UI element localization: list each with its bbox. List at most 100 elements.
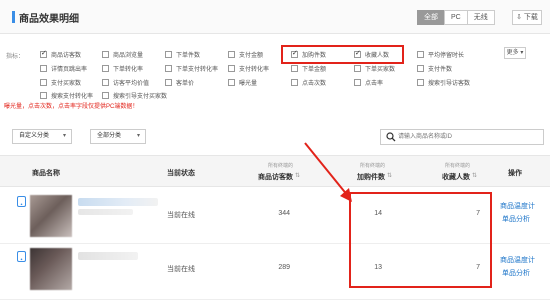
single-analysis-link[interactable]: 单品分析 xyxy=(502,268,530,278)
metric-label: 搜索引导访客数 xyxy=(428,80,471,87)
metric-checkbox[interactable]: 支付件数 xyxy=(417,63,452,73)
metric-label: 支付转化率 xyxy=(239,66,270,73)
metric-checkbox[interactable]: 商品浏览量 xyxy=(102,49,143,59)
checkbox-box xyxy=(417,78,424,86)
tab-wireless[interactable]: 无线 xyxy=(466,10,495,25)
checkbox-box xyxy=(40,91,47,99)
chevron-down-icon: ▾ xyxy=(62,133,66,139)
more-metrics-button[interactable]: 更多 ▾ xyxy=(504,47,526,59)
custom-category-select[interactable]: 自定义分类 ▾ xyxy=(12,129,72,144)
table-header: 商品名称 当前状态 所有终端的 商品访客数 ⇅ 所有终端的 加购件数 ⇅ 所有终… xyxy=(0,155,550,187)
temperature-link[interactable]: 商品温度计 xyxy=(500,201,535,211)
checkbox-box xyxy=(354,78,361,86)
visitors-cell: 344 xyxy=(278,210,290,217)
more-label: 更多 xyxy=(506,50,519,56)
metric-label: 点击率 xyxy=(365,80,384,87)
metric-checkbox[interactable]: 支付转化率 xyxy=(228,63,269,73)
chevron-down-icon: ▾ xyxy=(520,50,524,56)
visitors-cell: 289 xyxy=(278,264,290,271)
product-title-blurred[interactable] xyxy=(78,198,158,206)
metric-checkbox[interactable]: 客单价 xyxy=(165,77,194,87)
metrics-label: 指标： xyxy=(6,54,25,60)
metric-label: 支付买家数 xyxy=(51,80,82,87)
sort-icon[interactable]: ⇅ xyxy=(472,172,477,179)
annotation-arrow-icon xyxy=(304,142,352,202)
sort-icon[interactable]: ⇅ xyxy=(387,172,392,179)
metric-label: 下单转化率 xyxy=(113,66,144,73)
single-analysis-link[interactable]: 单品分析 xyxy=(502,214,530,224)
title-accent-bar xyxy=(12,11,15,23)
metric-checkbox[interactable]: 搜索引导访客数 xyxy=(417,77,470,87)
download-label: 下载 xyxy=(523,14,538,21)
metric-checkbox[interactable]: 下单金额 xyxy=(291,63,326,73)
metric-checkbox[interactable]: 支付买家数 xyxy=(40,77,81,87)
status-cell: 当前在线 xyxy=(167,212,195,219)
checkbox-box xyxy=(40,78,47,86)
product-subtitle-blurred xyxy=(78,209,133,215)
temperature-link[interactable]: 商品温度计 xyxy=(500,255,535,265)
checkbox-box xyxy=(165,50,172,58)
metric-label: 下单支付转化率 xyxy=(176,66,219,73)
metric-checkbox[interactable]: 点击次数 xyxy=(291,77,326,87)
checkbox-box xyxy=(165,64,172,72)
product-thumbnail[interactable] xyxy=(30,248,72,290)
metric-label: 下单买家数 xyxy=(365,66,396,73)
checkbox-box xyxy=(102,78,109,86)
metric-checkbox[interactable]: 曝光量 xyxy=(228,77,257,87)
highlight-box-metrics xyxy=(281,45,404,64)
highlight-box-values xyxy=(349,192,492,288)
column-header-status: 当前状态 xyxy=(167,170,195,177)
select-value: 自定义分类 xyxy=(19,133,50,139)
download-button[interactable]: ⇩ 下载 xyxy=(512,10,542,25)
checkbox-box xyxy=(165,78,172,86)
metric-checkbox[interactable]: 商品访客数 xyxy=(40,49,81,59)
tab-all[interactable]: 全部 xyxy=(417,10,445,25)
metric-checkbox[interactable]: 平均停留时长 xyxy=(417,49,464,59)
metric-checkbox[interactable]: 搜索支付转化率 xyxy=(40,90,93,100)
metric-label: 客单价 xyxy=(176,80,195,87)
metric-label: 平均停留时长 xyxy=(428,52,465,59)
column-header-fav[interactable]: 收藏人数 xyxy=(415,172,470,182)
checkbox-box xyxy=(417,64,424,72)
mobile-icon xyxy=(17,196,26,207)
checkbox-box xyxy=(102,50,109,58)
search-icon xyxy=(386,132,396,142)
checkbox-box xyxy=(228,64,235,72)
metric-checkbox[interactable]: 支付金额 xyxy=(228,49,263,59)
metric-label: 点击次数 xyxy=(302,80,327,87)
product-search-box[interactable] xyxy=(380,129,544,145)
metric-checkbox[interactable]: 点击率 xyxy=(354,77,383,87)
product-title-blurred[interactable] xyxy=(78,252,138,260)
search-input[interactable] xyxy=(398,132,538,142)
column-header-name: 商品名称 xyxy=(32,170,60,177)
column-header-ops: 操作 xyxy=(508,170,522,177)
metric-label: 下单件数 xyxy=(176,52,201,59)
checkbox-box xyxy=(102,91,109,99)
product-thumbnail[interactable] xyxy=(30,195,72,237)
metric-checkbox[interactable]: 详情页跳出率 xyxy=(40,63,87,73)
metric-checkbox[interactable]: 下单件数 xyxy=(165,49,200,59)
metric-label: 搜索支付转化率 xyxy=(51,93,94,100)
status-cell: 当前在线 xyxy=(167,266,195,273)
checkbox-box xyxy=(354,64,361,72)
page-title: 商品效果明细 xyxy=(19,14,79,25)
metric-checkbox[interactable]: 下单买家数 xyxy=(354,63,395,73)
metric-label: 下单金额 xyxy=(302,66,327,73)
column-subheader-fav: 所有终端的 xyxy=(444,163,470,169)
metric-checkbox[interactable]: 下单转化率 xyxy=(102,63,143,73)
metric-checkbox[interactable]: 访客平均价值 xyxy=(102,77,149,87)
metric-label: 支付件数 xyxy=(428,66,453,73)
metric-label: 支付金额 xyxy=(239,52,264,59)
tab-pc[interactable]: PC xyxy=(444,10,468,25)
section-header: 商品效果明细 全部 PC 无线 ⇩ 下载 xyxy=(0,0,550,34)
checkbox-box xyxy=(291,78,298,86)
metric-label: 访客平均价值 xyxy=(113,80,150,87)
metric-label: 商品浏览量 xyxy=(113,52,144,59)
metric-label: 搜索引导支付买家数 xyxy=(113,93,168,100)
checkbox-box xyxy=(228,50,235,58)
checkbox-box xyxy=(417,50,424,58)
all-category-select[interactable]: 全部分类 ▾ xyxy=(90,129,146,144)
metric-checkbox[interactable]: 搜索引导支付买家数 xyxy=(102,90,167,100)
metric-checkbox[interactable]: 下单支付转化率 xyxy=(165,63,218,73)
column-header-visitors[interactable]: 商品访客数 xyxy=(238,172,293,182)
